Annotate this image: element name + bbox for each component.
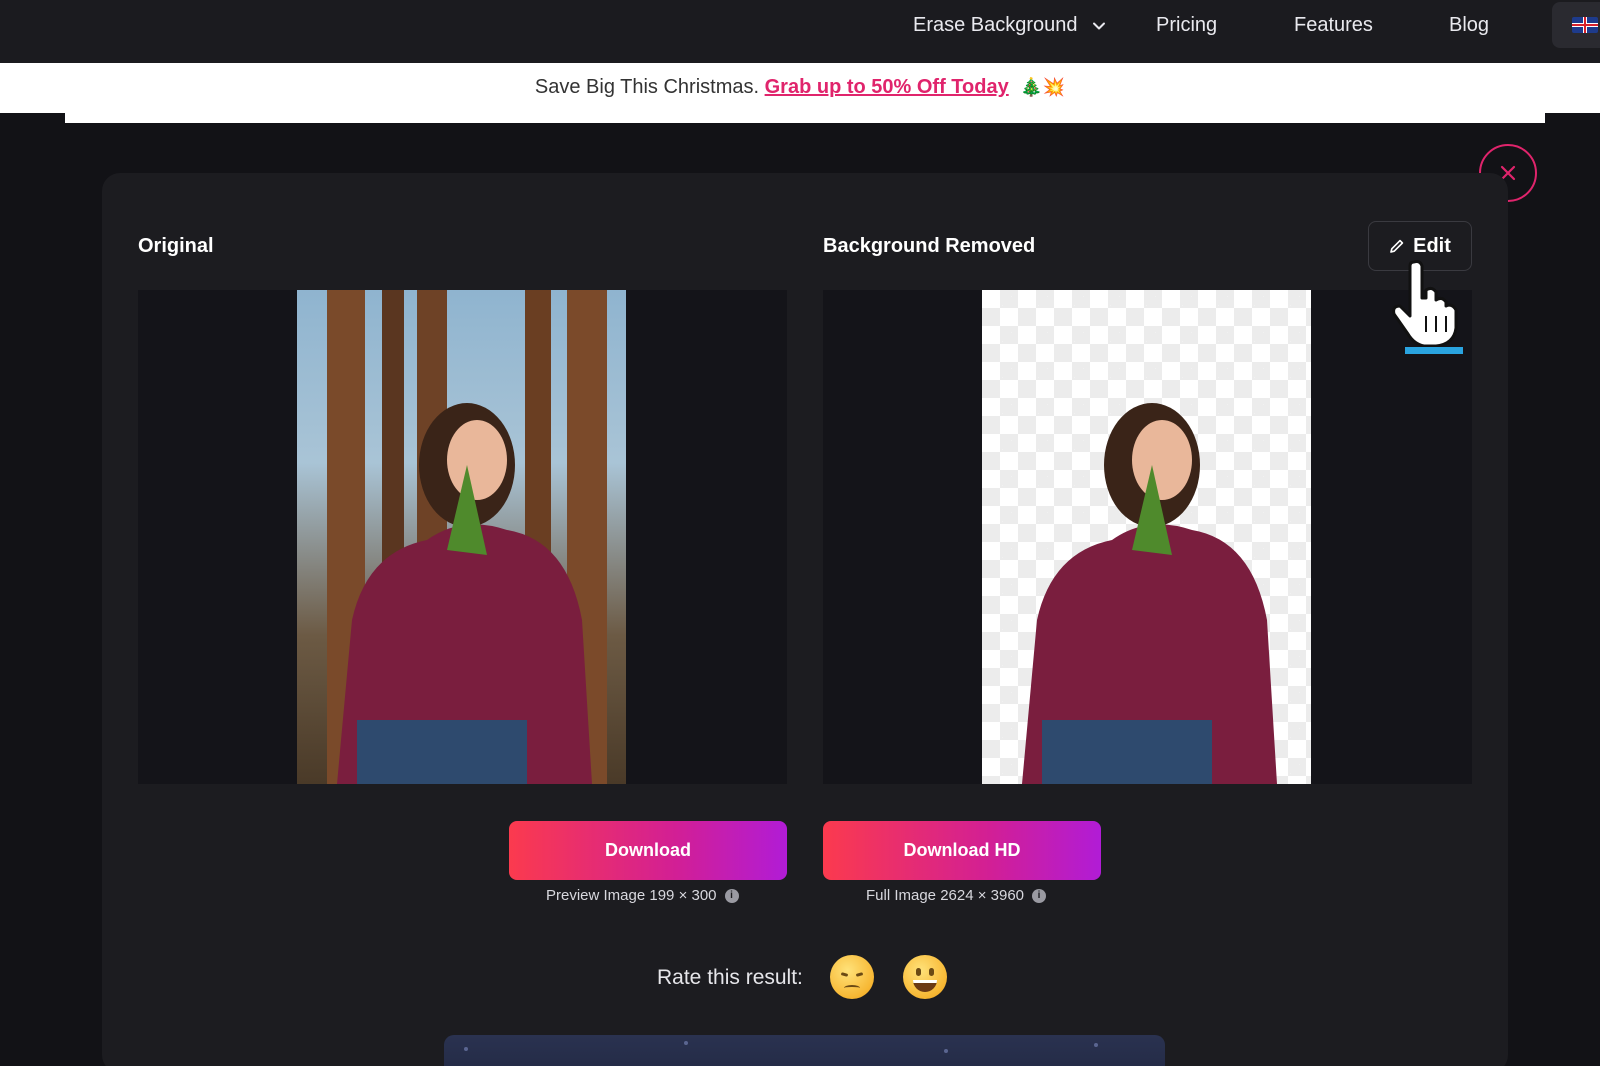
original-photo [297,290,626,784]
edit-label: Edit [1413,234,1451,257]
preview-image-info: Preview Image 199 × 300 i [546,887,739,904]
download-button[interactable]: Download [509,821,787,880]
background-removed-photo [982,290,1311,784]
pencil-icon [1390,239,1404,253]
info-icon[interactable]: i [1032,888,1047,903]
happy-face-icon[interactable] [903,955,947,999]
chevron-down-icon [1092,22,1105,29]
nav-erase-background-dropdown[interactable]: Erase Background [913,14,1108,37]
download-hd-button[interactable]: Download HD [823,821,1101,880]
promo-emoji: 🎄💥 [1020,77,1066,98]
full-image-info: Full Image 2624 × 3960 i [866,887,1047,904]
promo-link[interactable]: Grab up to 50% Off Today [765,76,1009,98]
promo-banner-underside [65,113,1545,123]
top-navigation: Erase Background Pricing Features Blog [0,0,1600,63]
christmas-promo-art [444,1035,1165,1066]
nav-features-link[interactable]: Features [1294,14,1373,37]
hand-cursor-icon [1392,260,1458,348]
info-icon[interactable]: i [724,888,739,903]
sad-face-icon[interactable] [830,955,874,999]
rate-result-label: Rate this result: [657,966,803,989]
preview-image-size: Preview Image 199 × 300 [546,887,717,904]
original-title: Original [138,235,214,257]
uk-flag-icon [1572,17,1598,33]
promo-banner: Save Big This Christmas. Grab up to 50% … [0,63,1600,113]
background-removed-title: Background Removed [823,235,1036,257]
language-selector[interactable] [1552,2,1600,48]
nav-pricing-link[interactable]: Pricing [1156,14,1217,37]
cursor-highlight [1405,347,1463,354]
cutout-person-figure [1022,403,1277,784]
promo-text: Save Big This Christmas. [534,76,760,98]
full-image-size: Full Image 2624 × 3960 [866,887,1025,904]
person-figure [337,403,592,784]
nav-erase-background-label: Erase Background [913,14,1078,36]
nav-blog-link[interactable]: Blog [1449,14,1489,37]
